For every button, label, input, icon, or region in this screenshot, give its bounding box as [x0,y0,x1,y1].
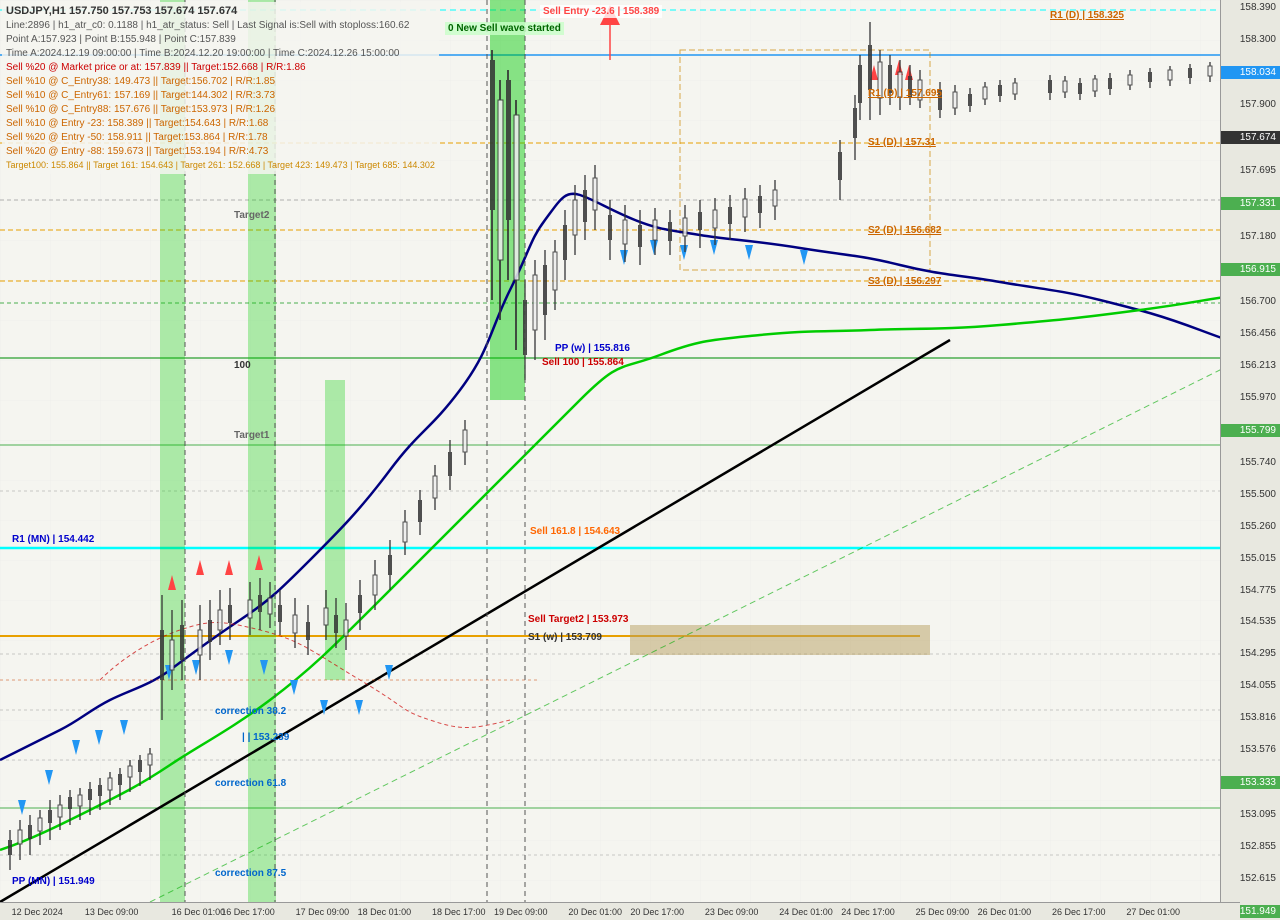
price-157900: 157.900 [1221,99,1280,110]
info-overlay: USDJPY,H1 157.750 157.753 157.674 157.67… [2,2,439,174]
price-157331-highlight: 157.331 [1221,197,1280,210]
target-line: Target100: 155.864 || Target 161: 154.64… [6,159,435,172]
sell-line5: Sell %10 @ Entry -23: 158.389 || Target:… [6,117,435,131]
price-155015: 155.015 [1221,553,1280,564]
symbol-timeframe: USDJPY,H1 157.750 157.753 157.674 157.67… [6,4,435,19]
time-26dec17: 26 Dec 17:00 [1052,907,1106,917]
sell-line6: Sell %20 @ Entry -50: 158.911 || Target:… [6,131,435,145]
sell-line4: Sell %10 @ C_Entry88: 157.676 || Target:… [6,103,435,117]
time-26dec01: 26 Dec 01:00 [978,907,1032,917]
indicator-line2: Point A:157.923 | Point B:155.948 | Poin… [6,33,435,47]
sell-line1: Sell %20 @ Market price or at: 157.839 |… [6,61,435,75]
price-152855: 152.855 [1221,841,1280,852]
price-158034-highlight: 158.034 [1221,66,1280,79]
time-20dec01: 20 Dec 01:00 [568,907,622,917]
time-axis: 12 Dec 2024 13 Dec 09:00 16 Dec 01:00 16… [0,902,1240,920]
price-158390: 158.390 [1221,2,1280,13]
price-155260: 155.260 [1221,521,1280,532]
sell-line2: Sell %10 @ C_Entry38: 149.473 || Target:… [6,75,435,89]
sell-line7: Sell %20 @ Entry -88: 159.673 || Target:… [6,145,435,159]
time-16dec17: 16 Dec 17:00 [221,907,275,917]
time-18dec17: 18 Dec 17:00 [432,907,486,917]
indicator-line3: Time A:2024.12.19 09:00:00 | Time B:2024… [6,47,435,61]
time-24dec01: 24 Dec 01:00 [779,907,833,917]
price-axis: 158.390 158.300 158.034 157.900 157.674 … [1220,0,1280,920]
time-17dec: 17 Dec 09:00 [296,907,350,917]
time-18dec01: 18 Dec 01:00 [358,907,412,917]
time-16dec01: 16 Dec 01:00 [172,907,226,917]
price-156456: 156.456 [1221,328,1280,339]
price-153576: 153.576 [1221,744,1280,755]
price-153095: 153.095 [1221,809,1280,820]
chart-container: MARKETZITRADE [0,0,1280,920]
time-24dec17: 24 Dec 17:00 [841,907,895,917]
time-19dec: 19 Dec 09:00 [494,907,548,917]
price-152615: 152.615 [1221,873,1280,884]
indicator-line1: Line:2896 | h1_atr_c0: 0.1188 | h1_atr_s… [6,19,435,33]
price-155970: 155.970 [1221,392,1280,403]
price-155740: 155.740 [1221,457,1280,468]
sell-line3: Sell %10 @ C_Entry61: 157.169 || Target:… [6,89,435,103]
time-23dec: 23 Dec 09:00 [705,907,759,917]
price-154295: 154.295 [1221,648,1280,659]
price-154775: 154.775 [1221,585,1280,596]
price-154055: 154.055 [1221,680,1280,691]
time-27dec: 27 Dec 01:00 [1126,907,1180,917]
price-154535: 154.535 [1221,616,1280,627]
time-13dec: 13 Dec 09:00 [85,907,139,917]
price-157695: 157.695 [1221,165,1280,176]
price-158300: 158.300 [1221,34,1280,45]
price-157180: 157.180 [1221,231,1280,242]
time-12dec: 12 Dec 2024 [12,907,63,917]
price-155799-highlight: 155.799 [1221,424,1280,437]
time-20dec17: 20 Dec 17:00 [630,907,684,917]
price-156700: 156.700 [1221,296,1280,307]
price-155500: 155.500 [1221,489,1280,500]
price-156213: 156.213 [1221,360,1280,371]
price-153333-highlight: 153.333 [1221,776,1280,789]
time-25dec: 25 Dec 09:00 [916,907,970,917]
price-153816: 153.816 [1221,712,1280,723]
price-157674-highlight: 157.674 [1221,131,1280,144]
price-156915-highlight: 156.915 [1221,263,1280,276]
